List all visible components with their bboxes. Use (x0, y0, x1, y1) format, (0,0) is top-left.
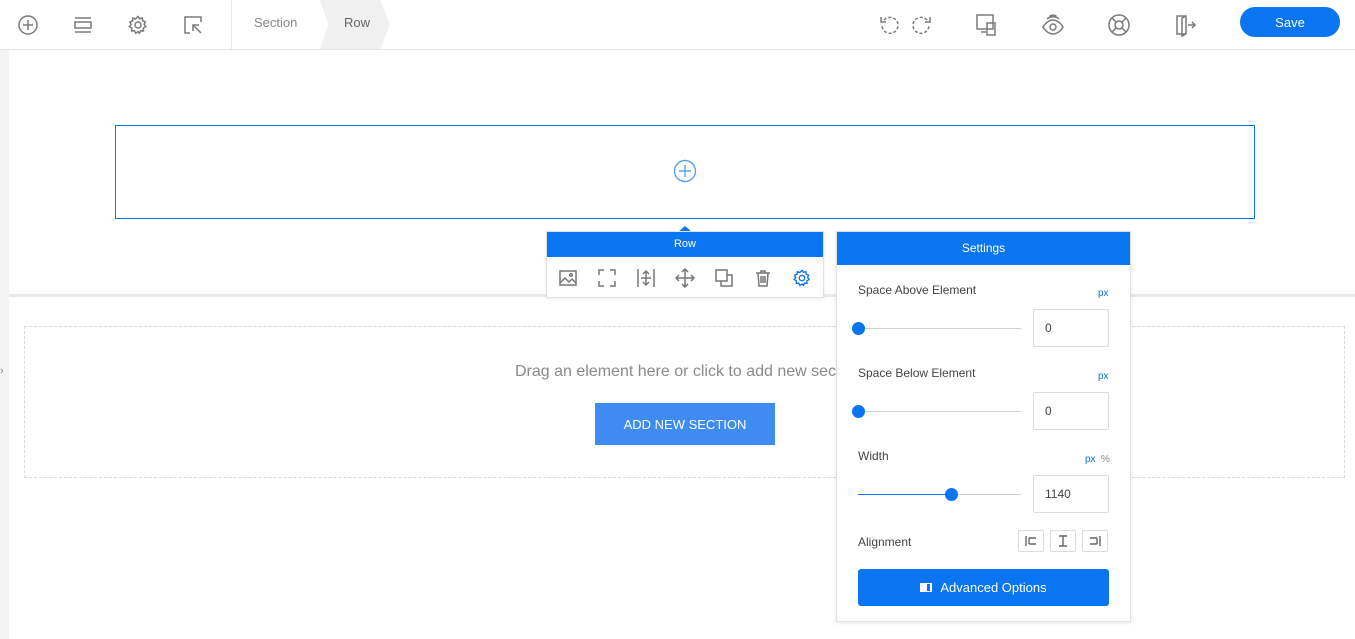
add-column-icon[interactable] (673, 159, 697, 183)
align-center-icon[interactable] (1050, 530, 1076, 552)
space-above-input[interactable] (1033, 309, 1109, 347)
trash-icon[interactable] (750, 265, 776, 291)
space-below-slider-thumb[interactable] (852, 405, 865, 418)
width-slider[interactable] (858, 488, 1021, 501)
breadcrumb-row[interactable]: Row (344, 0, 370, 50)
width-unit-px[interactable]: px (1085, 454, 1096, 465)
add-icon[interactable] (13, 10, 43, 40)
left-rail (0, 50, 9, 639)
redo-icon[interactable] (906, 10, 936, 40)
width-input[interactable] (1033, 475, 1109, 513)
settings-icon[interactable] (789, 265, 815, 291)
row-toolbar: Row (546, 231, 824, 298)
image-icon[interactable] (555, 265, 581, 291)
preview-icon[interactable] (1038, 10, 1068, 40)
fullscreen-icon[interactable] (594, 265, 620, 291)
width-slider-thumb[interactable] (944, 488, 958, 501)
breadcrumb-section[interactable]: Section (254, 0, 297, 50)
space-above-unit[interactable]: px (1098, 288, 1109, 299)
layers-icon[interactable] (68, 10, 98, 40)
exit-icon[interactable] (1170, 10, 1200, 40)
settings-panel: Settings Space Above Element px Space Be… (836, 231, 1131, 622)
row-toolbar-title: Row (547, 232, 823, 257)
align-left-icon[interactable] (1018, 530, 1044, 552)
dropzone-hint: Drag an element here or click to add new… (515, 363, 862, 380)
alignment-label: Alignment (858, 535, 912, 549)
settings-title: Settings (837, 232, 1130, 265)
spacing-icon[interactable] (633, 265, 659, 291)
undo-icon[interactable] (875, 10, 905, 40)
width-unit-percent[interactable]: % (1101, 454, 1110, 465)
gear-icon[interactable] (123, 10, 153, 40)
responsive-icon[interactable] (972, 10, 1002, 40)
toolbar-divider (231, 0, 232, 50)
duplicate-icon[interactable] (711, 265, 737, 291)
new-section-dropzone[interactable] (24, 326, 1345, 478)
sidebar-panel-icon (920, 583, 933, 592)
save-button[interactable]: Save (1240, 7, 1340, 37)
move-icon[interactable] (672, 265, 698, 291)
select-cursor-icon[interactable] (178, 10, 208, 40)
top-toolbar: Section Row Save (0, 0, 1355, 50)
space-above-label: Space Above Element (858, 283, 977, 297)
advanced-options-label: Advanced Options (940, 580, 1047, 595)
help-icon[interactable] (1104, 10, 1134, 40)
space-above-slider-thumb[interactable] (852, 322, 865, 335)
align-right-icon[interactable] (1082, 530, 1108, 552)
space-above-slider[interactable] (852, 322, 1021, 335)
advanced-options-button[interactable]: Advanced Options (858, 569, 1109, 606)
space-below-unit[interactable]: px (1098, 371, 1109, 382)
space-below-label: Space Below Element (858, 366, 976, 380)
width-label: Width (858, 449, 889, 463)
space-below-slider[interactable] (852, 405, 1021, 418)
width-slider-fill (858, 494, 951, 495)
add-new-section-button[interactable]: ADD NEW SECTION (595, 403, 775, 445)
expand-sidebar-icon[interactable]: › (0, 365, 4, 377)
space-below-input[interactable] (1033, 392, 1109, 430)
